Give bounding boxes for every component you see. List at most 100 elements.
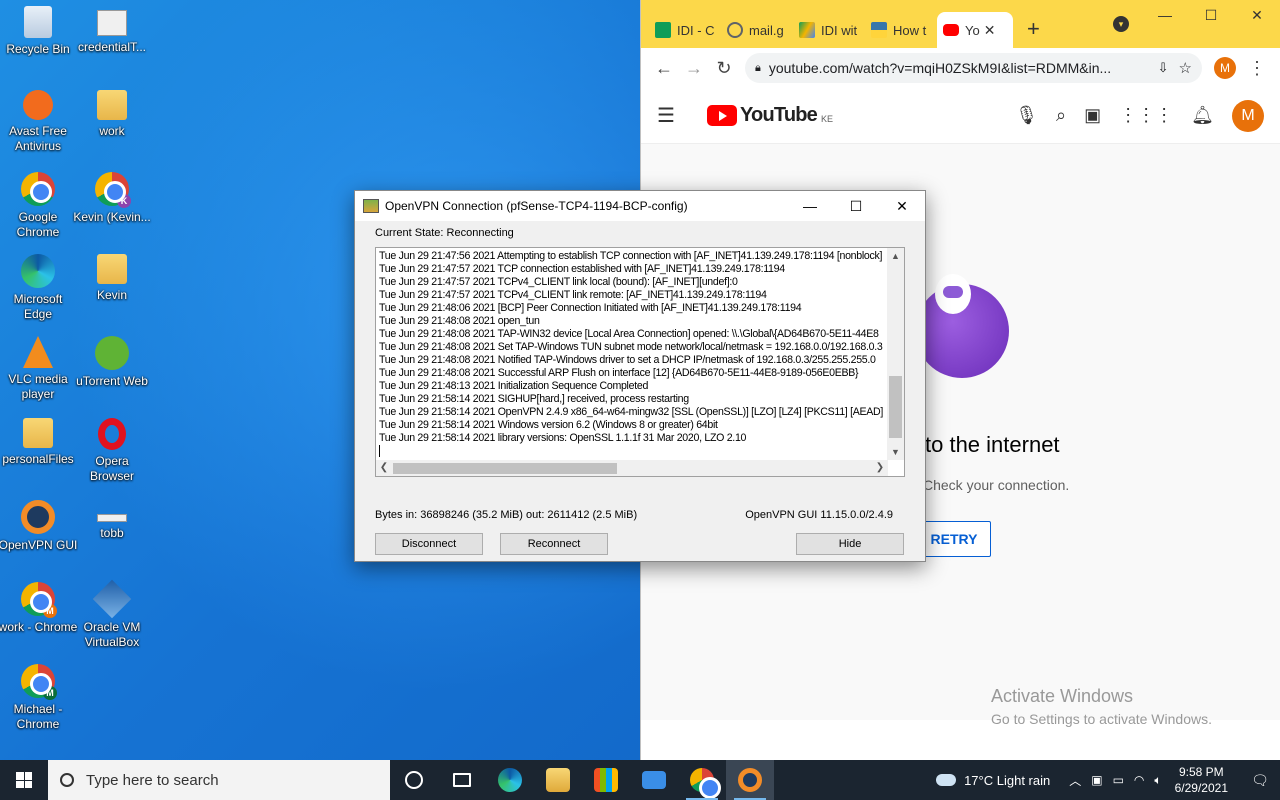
taskbar: Type here to search 17°C Light rain ︿ ▣ … — [0, 760, 1280, 800]
log-line: Tue Jun 29 21:58:14 2021 OpenVPN 2.4.9 x… — [379, 406, 884, 418]
tab-mail[interactable]: mail.g — [721, 12, 793, 48]
taskbar-search-box[interactable]: Type here to search — [48, 760, 390, 800]
desktop-icon-utorrent[interactable]: uTorrent Web — [74, 332, 150, 410]
desktop-icon-personal-files[interactable]: personalFiles — [0, 414, 76, 492]
tab-idi-drive[interactable]: IDI wit — [793, 12, 865, 48]
desktop-icon-kevin-folder[interactable]: Kevin — [74, 250, 150, 328]
tab-python[interactable]: How t — [865, 12, 937, 48]
address-bar[interactable]: 🔒︎ youtube.com/watch?v=mqiH0ZSkM9I&list=… — [745, 53, 1202, 83]
tab-idi-sheet[interactable]: IDI - C — [649, 12, 721, 48]
close-tab-icon[interactable]: ✕ — [984, 22, 996, 39]
weather-widget[interactable]: 17°C Light rain — [936, 773, 1050, 788]
taskbar-file-explorer[interactable] — [534, 760, 582, 800]
wifi-icon[interactable]: ◠ — [1134, 773, 1144, 787]
task-view-icon — [453, 773, 471, 787]
show-hidden-icons-chevron[interactable]: ︿ — [1069, 772, 1081, 789]
desktop-icon-kevin-chrome[interactable]: K Kevin (Kevin... — [73, 168, 151, 246]
desktop-icon-work[interactable]: work — [74, 86, 150, 164]
youtube-avatar[interactable]: M — [1232, 99, 1264, 132]
file-icon — [97, 514, 127, 522]
horizontal-scrollbar[interactable]: ❮ ❯ — [376, 460, 888, 476]
new-tab-button[interactable]: + — [1027, 12, 1040, 48]
cortana-button[interactable] — [390, 760, 438, 800]
maximize-icon[interactable]: ☐ — [1188, 0, 1234, 30]
scroll-left-icon[interactable]: ❮ — [376, 460, 392, 476]
taskbar-mail[interactable] — [630, 760, 678, 800]
retry-button[interactable]: RETRY — [917, 521, 991, 557]
dialog-window-controls: — ☐ ✕ — [787, 191, 925, 221]
taskbar-openvpn[interactable] — [726, 760, 774, 800]
profile-avatar[interactable]: M — [1214, 57, 1236, 79]
volume-icon[interactable]: 🔈︎ — [1154, 773, 1161, 788]
chrome-profile-icon: K — [95, 172, 131, 208]
close-icon[interactable]: ✕ — [879, 191, 925, 221]
desktop-icon-tobb[interactable]: tobb — [74, 496, 150, 574]
scroll-up-icon[interactable]: ▲ — [887, 248, 904, 264]
taskbar-edge[interactable] — [486, 760, 534, 800]
scroll-thumb[interactable] — [889, 376, 902, 438]
taskbar-store[interactable] — [582, 760, 630, 800]
create-video-icon[interactable]: ▣ — [1084, 105, 1101, 126]
folder-icon — [97, 90, 127, 120]
offline-subtitle: Check your connection. — [923, 477, 1070, 493]
offline-title: to the internet — [925, 432, 1060, 457]
desktop-icon-michael-chrome[interactable]: M Michael - Chrome — [0, 660, 76, 738]
notifications-bell-icon[interactable]: 🔔︎ — [1191, 105, 1214, 126]
log-line: Tue Jun 29 21:58:14 2021 Windows version… — [379, 419, 718, 431]
edge-icon — [21, 254, 55, 288]
battery-icon[interactable]: ▭ — [1113, 773, 1124, 787]
desktop-icon-credential[interactable]: credentialT... — [74, 2, 150, 80]
utorrent-icon — [95, 336, 129, 370]
virtualbox-icon — [92, 579, 132, 619]
scroll-down-icon[interactable]: ▼ — [887, 444, 904, 460]
apps-grid-icon[interactable]: ⋮⋮⋮ — [1119, 105, 1173, 126]
minimize-icon[interactable]: — — [787, 191, 833, 221]
youtube-logo[interactable]: YouTube KE — [707, 104, 833, 127]
back-icon[interactable]: ← — [649, 53, 679, 83]
desktop-icon-virtualbox[interactable]: Oracle VM VirtualBox — [74, 578, 150, 656]
openvpn-icon — [21, 500, 55, 534]
close-icon[interactable]: ✕ — [1234, 0, 1280, 30]
desktop-icon-work-chrome[interactable]: M work - Chrome — [0, 578, 77, 656]
youtube-header: ☰ YouTube KE 🎙︎ ⌕ ▣ ⋮⋮⋮ 🔔︎ M — [641, 88, 1280, 144]
tab-search-icon[interactable]: ▾ — [1113, 16, 1129, 32]
scroll-thumb[interactable] — [393, 463, 617, 474]
scroll-right-icon[interactable]: ❯ — [872, 460, 888, 476]
sheets-favicon-icon — [655, 22, 671, 38]
bookmark-star-icon[interactable]: ☆ — [1179, 59, 1192, 77]
forward-icon[interactable]: → — [679, 53, 709, 83]
chrome-icon — [21, 172, 55, 206]
youtube-play-icon — [707, 105, 737, 126]
task-view-button[interactable] — [438, 760, 486, 800]
chrome-menu-icon[interactable]: ⋮ — [1242, 53, 1272, 83]
install-icon[interactable]: ⇩ — [1158, 60, 1169, 76]
dialog-titlebar[interactable]: OpenVPN Connection (pfSense-TCP4-1194-BC… — [355, 191, 925, 221]
maximize-icon[interactable]: ☐ — [833, 191, 879, 221]
clock[interactable]: 9:58 PM 6/29/2021 — [1175, 764, 1228, 796]
desktop-icon-google-chrome[interactable]: Google Chrome — [0, 168, 76, 246]
desktop-icon-avast[interactable]: Avast Free Antivirus — [0, 86, 76, 164]
microphone-icon[interactable]: 🎙︎ — [1015, 105, 1038, 126]
log-line: Tue Jun 29 21:47:57 2021 TCP connection … — [379, 263, 785, 275]
log-textbox[interactable]: Tue Jun 29 21:47:56 2021 Attempting to e… — [375, 247, 905, 477]
taskbar-chrome[interactable] — [678, 760, 726, 800]
reload-icon[interactable]: ↻ — [709, 53, 739, 83]
reconnect-button[interactable]: Reconnect — [500, 533, 608, 555]
tab-youtube[interactable]: Yo ✕ — [937, 12, 1013, 48]
hide-button[interactable]: Hide — [796, 533, 904, 555]
chrome-window-controls: — ☐ ✕ — [1142, 0, 1280, 30]
disconnect-button[interactable]: Disconnect — [375, 533, 483, 555]
vertical-scrollbar[interactable]: ▲ ▼ — [887, 248, 904, 460]
desktop-icon-opera[interactable]: Opera Browser — [74, 414, 150, 492]
search-icon[interactable]: ⌕ — [1056, 105, 1066, 126]
minimize-icon[interactable]: — — [1142, 0, 1188, 30]
desktop-icon-edge[interactable]: Microsoft Edge — [0, 250, 76, 328]
hamburger-menu-icon[interactable]: ☰ — [657, 103, 689, 128]
activate-windows-watermark: Activate Windows Go to Settings to activ… — [991, 686, 1212, 727]
start-button[interactable] — [0, 760, 48, 800]
desktop-icon-vlc[interactable]: VLC media player — [0, 332, 76, 410]
desktop-icon-openvpn[interactable]: OpenVPN GUI — [0, 496, 77, 574]
desktop-icon-recycle-bin[interactable]: Recycle Bin — [0, 2, 76, 80]
openvpn-tray-icon[interactable]: ▣ — [1091, 773, 1102, 787]
notifications-icon[interactable]: 🗨︎ — [1240, 772, 1280, 789]
